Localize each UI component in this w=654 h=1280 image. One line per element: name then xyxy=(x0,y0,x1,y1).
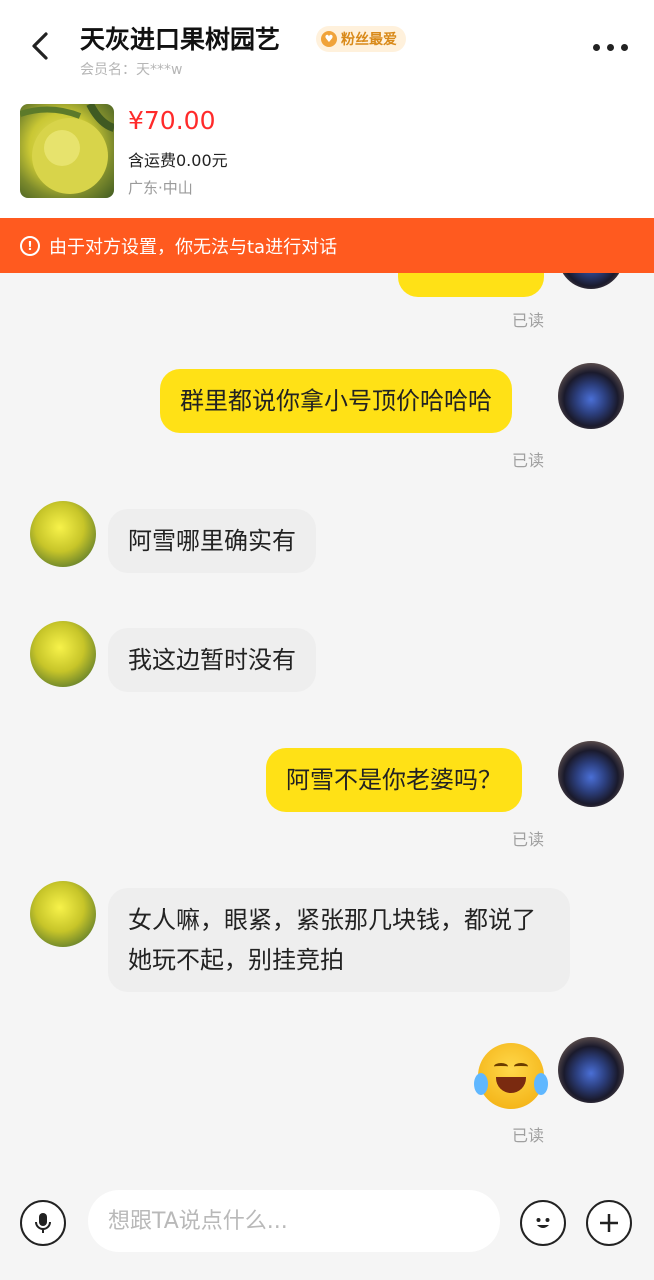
shipping-info: 含运费0.00元 xyxy=(128,151,228,170)
more-actions-plus-button[interactable] xyxy=(586,1200,632,1246)
microphone-icon xyxy=(35,1213,51,1233)
back-arrow-icon[interactable] xyxy=(26,30,58,62)
product-card[interactable]: ¥70.00 含运费0.00元 广东·中山 xyxy=(0,90,654,218)
message-bubble[interactable]: 女人嘛，眼紧，紧张那几块钱，都说了她玩不起，别挂竞拍 xyxy=(108,888,570,992)
plus-icon xyxy=(600,1214,618,1232)
product-location: 广东·中山 xyxy=(128,179,193,197)
my-avatar[interactable] xyxy=(558,741,624,807)
chat-restricted-banner: ! 由于对方设置，你无法与ta进行对话 xyxy=(0,218,654,273)
voice-input-button[interactable] xyxy=(20,1200,66,1246)
message-list[interactable]: 已读 群里都说你拿小号顶价哈哈哈 已读 阿雪哪里确实有 我这边暂时没有 阿雪不是… xyxy=(0,273,654,1180)
contact-avatar[interactable] xyxy=(30,501,96,567)
contact-avatar[interactable] xyxy=(30,621,96,687)
read-status: 已读 xyxy=(512,1126,545,1145)
read-status: 已读 xyxy=(512,830,545,849)
badge-label: 粉丝最爱 xyxy=(341,32,397,48)
product-image[interactable] xyxy=(20,104,114,198)
member-name: 会员名：天***w xyxy=(80,62,183,78)
read-status: 已读 xyxy=(512,451,545,470)
my-avatar[interactable] xyxy=(558,363,624,429)
message-bubble[interactable]: 阿雪不是你老婆吗？ xyxy=(266,748,522,812)
message-input[interactable] xyxy=(88,1190,500,1252)
input-bar xyxy=(0,1180,654,1280)
message-bubble[interactable]: 群里都说你拿小号顶价哈哈哈 xyxy=(160,369,512,433)
fan-favorite-badge: ♥ 粉丝最爱 xyxy=(316,26,406,52)
message-bubble-partial xyxy=(398,273,544,297)
shop-name[interactable]: 天灰进口果树园艺 xyxy=(80,20,280,56)
more-options-icon[interactable] xyxy=(593,44,628,51)
message-bubble[interactable]: 我这边暂时没有 xyxy=(108,628,316,692)
banner-text: 由于对方设置，你无法与ta进行对话 xyxy=(49,236,338,258)
chat-header: 天灰进口果树园艺 ♥ 粉丝最爱 会员名：天***w xyxy=(0,0,654,90)
laughing-tears-emoji-icon[interactable] xyxy=(474,1043,548,1109)
my-avatar[interactable] xyxy=(558,1037,624,1103)
emoji-picker-button[interactable] xyxy=(520,1200,566,1246)
warning-icon: ! xyxy=(20,235,40,256)
contact-avatar[interactable] xyxy=(30,881,96,947)
heart-icon: ♥ xyxy=(321,31,337,47)
my-avatar[interactable] xyxy=(558,273,624,289)
product-price: ¥70.00 xyxy=(128,106,216,135)
read-status: 已读 xyxy=(512,311,545,330)
smiley-icon xyxy=(536,1218,550,1228)
message-bubble[interactable]: 阿雪哪里确实有 xyxy=(108,509,316,573)
